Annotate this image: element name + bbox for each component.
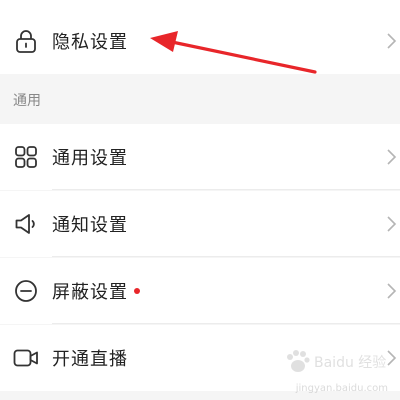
notification-settings-label: 通知设置 [52, 215, 128, 236]
general-settings-row[interactable]: 通用设置 [0, 124, 400, 190]
row-divider [52, 256, 400, 257]
privacy-settings-label: 隐私设置 [52, 32, 128, 53]
chevron-right-icon [387, 149, 397, 165]
settings-screen: 隐私设置 通用 通用设置 通知设置 屏蔽设置 开通直播 Baidu 经验 jin… [0, 0, 400, 400]
block-settings-row[interactable]: 屏蔽设置 [0, 258, 400, 324]
speaker-icon [13, 211, 39, 237]
notification-settings-row[interactable]: 通知设置 [0, 191, 400, 257]
svg-text:Baidu 经验: Baidu 经验 [314, 355, 386, 371]
minus-circle-icon [13, 278, 39, 304]
lock-icon [13, 28, 39, 54]
general-settings-label: 通用设置 [52, 148, 128, 169]
section-header-general: 通用 [0, 76, 400, 124]
start-live-label: 开通直播 [52, 349, 128, 370]
section-header-label: 通用 [13, 93, 41, 109]
block-settings-label: 屏蔽设置 [52, 282, 128, 303]
notification-badge-dot [134, 288, 140, 294]
paw-logo-icon: Baidu 经验 [287, 350, 386, 372]
chevron-right-icon [387, 33, 397, 49]
row-divider [52, 323, 400, 324]
top-strip [0, 0, 400, 8]
watermark-url: jingyan.baidu.com [295, 383, 388, 394]
chevron-right-icon [387, 283, 397, 299]
video-camera-icon [13, 345, 39, 371]
privacy-settings-row[interactable]: 隐私设置 [0, 8, 400, 74]
row-divider [52, 189, 400, 190]
chevron-right-icon [387, 216, 397, 232]
grid-icon [13, 144, 39, 170]
baidu-jingyan-watermark: Baidu 经验 jingyan.baidu.com [278, 346, 388, 394]
